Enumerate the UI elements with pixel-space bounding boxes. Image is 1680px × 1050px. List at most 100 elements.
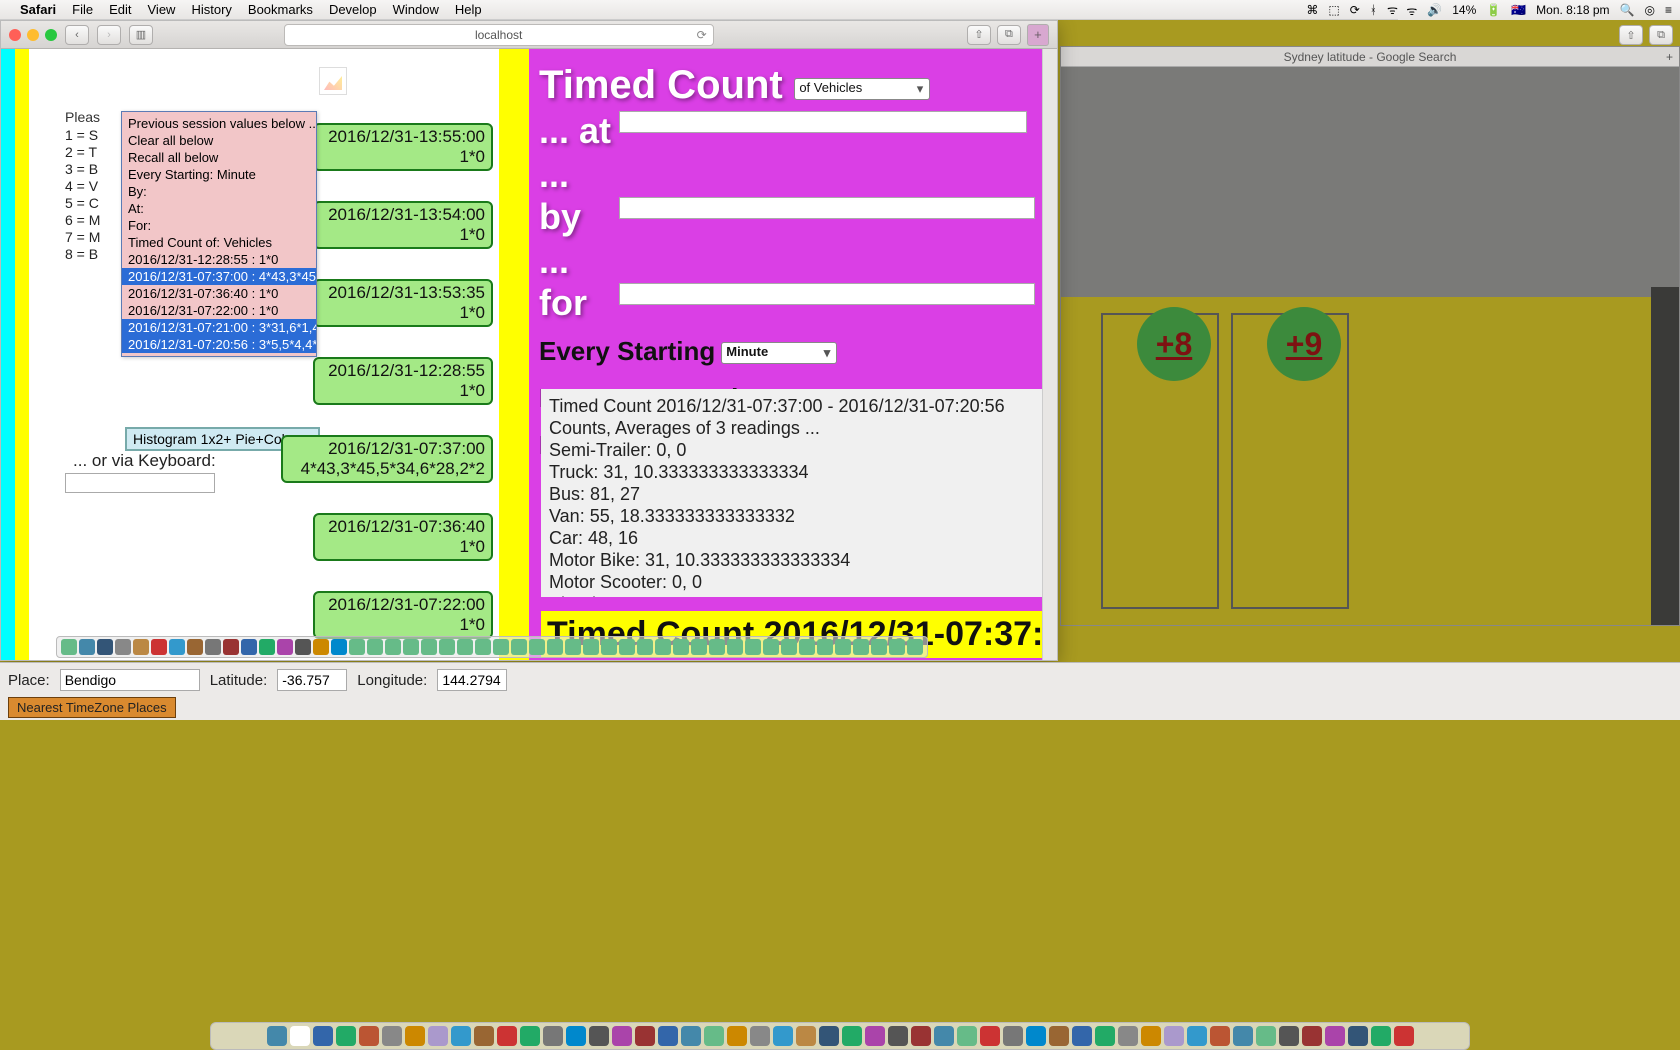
dock-app-icon[interactable]	[497, 1026, 517, 1046]
dropdown-item[interactable]: Timed Count of: Vehicles	[122, 234, 316, 251]
dock-app-icon[interactable]	[1187, 1026, 1207, 1046]
dock-app-icon[interactable]	[511, 639, 527, 655]
dropdown-item[interactable]: 2016/12/31-07:37:00 : 4*43,3*45,5*	[122, 268, 316, 285]
dropdown-item[interactable]: 2016/12/31-07:22:00 : 1*0	[122, 302, 316, 319]
dock-app-icon[interactable]	[1095, 1026, 1115, 1046]
dropdown-item[interactable]: 2016/12/31-07:20:56 : 3*5,5*4,4*5,6	[122, 336, 316, 353]
dock-app-icon[interactable]	[781, 639, 797, 655]
menu-view[interactable]: View	[148, 2, 176, 17]
dock-app-icon[interactable]	[1348, 1026, 1368, 1046]
dock-app-icon[interactable]	[888, 1026, 908, 1046]
dock-app-icon[interactable]	[1210, 1026, 1230, 1046]
dock-app-icon[interactable]	[428, 1026, 448, 1046]
status-icon[interactable]: ⌘	[1306, 3, 1318, 17]
timestamp-box[interactable]: 2016/12/31-07:36:401*0	[313, 513, 493, 561]
dock-app-icon[interactable]	[889, 639, 905, 655]
keyboard-input[interactable]	[65, 473, 215, 493]
dock-app-icon[interactable]	[313, 1026, 333, 1046]
dock-app-icon[interactable]	[405, 1026, 425, 1046]
dock-app-icon[interactable]	[457, 639, 473, 655]
dock-app-icon[interactable]	[241, 639, 257, 655]
dock-app-icon[interactable]	[681, 1026, 701, 1046]
timestamp-box[interactable]: 2016/12/31-13:55:001*0	[313, 123, 493, 171]
by-input[interactable]	[619, 197, 1035, 219]
dropdown-item[interactable]: 2016/12/31-12:28:55 : 1*0	[122, 251, 316, 268]
battery2[interactable]: 14%	[1452, 3, 1476, 17]
dock-app-icon[interactable]	[1026, 1026, 1046, 1046]
volume2-icon[interactable]: 🔊	[1427, 3, 1442, 17]
share2-button[interactable]: ⇧	[1619, 25, 1643, 45]
dock-app-icon[interactable]	[223, 639, 239, 655]
dock-app-icon[interactable]	[583, 639, 599, 655]
dock-app-icon[interactable]	[1371, 1026, 1391, 1046]
dock-app-icon[interactable]	[635, 1026, 655, 1046]
newtab-button[interactable]: +	[1027, 24, 1049, 46]
dropbox-icon[interactable]: ⬚	[1328, 3, 1339, 17]
flag2[interactable]: 🇦🇺	[1511, 3, 1526, 17]
dock-app-icon[interactable]	[403, 639, 419, 655]
dropdown-item[interactable]: Recall all below	[122, 149, 316, 166]
dock-app-icon[interactable]	[1141, 1026, 1161, 1046]
dock-app-icon[interactable]	[1072, 1026, 1092, 1046]
dock-app-icon[interactable]	[61, 639, 77, 655]
timestamp-box[interactable]: 2016/12/31-13:53:351*0	[313, 279, 493, 327]
bg-tab[interactable]: Sydney latitude - Google Search+	[1061, 47, 1679, 67]
dock-app-icon[interactable]	[980, 1026, 1000, 1046]
dock-app-icon[interactable]	[1302, 1026, 1322, 1046]
for-input[interactable]	[619, 283, 1035, 305]
dock-app-icon[interactable]	[1118, 1026, 1138, 1046]
wifi-icon[interactable]: ᯤ	[1387, 1, 1398, 18]
bg-newtab-icon[interactable]: +	[1666, 50, 1673, 64]
dock-app-icon[interactable]	[421, 639, 437, 655]
dock-app-icon[interactable]	[1256, 1026, 1276, 1046]
maximize-button[interactable]	[45, 29, 57, 41]
back-button[interactable]: ‹	[65, 25, 89, 45]
dock-app-icon[interactable]	[290, 1026, 310, 1046]
dock-app-icon[interactable]	[799, 639, 815, 655]
dock-app-icon[interactable]	[691, 639, 707, 655]
dock-app-icon[interactable]	[796, 1026, 816, 1046]
dock-app-icon[interactable]	[1279, 1026, 1299, 1046]
dock-app-icon[interactable]	[907, 639, 923, 655]
menubar-app[interactable]: Safari	[20, 2, 56, 17]
siri2-icon[interactable]: ◎	[1645, 3, 1655, 17]
dock-app-icon[interactable]	[336, 1026, 356, 1046]
sidebar-button[interactable]: ▥	[129, 25, 153, 45]
dock-app-icon[interactable]	[911, 1026, 931, 1046]
dock-main[interactable]	[210, 1022, 1470, 1050]
dropdown-item[interactable]: Every Starting: Minute	[122, 166, 316, 183]
dock-app-icon[interactable]	[655, 639, 671, 655]
share-button[interactable]: ⇧	[967, 25, 991, 45]
timestamp-box[interactable]: 2016/12/31-07:22:001*0	[313, 591, 493, 639]
timestamp-box[interactable]: 2016/12/31-13:54:001*0	[313, 201, 493, 249]
dock-app-icon[interactable]	[612, 1026, 632, 1046]
dock-app-icon[interactable]	[1394, 1026, 1414, 1046]
dock-app-icon[interactable]	[385, 639, 401, 655]
menu-develop[interactable]: Develop	[329, 2, 377, 17]
dock-app-icon[interactable]	[97, 639, 113, 655]
lon-input[interactable]	[437, 669, 507, 691]
dropdown-item[interactable]: At:	[122, 200, 316, 217]
dock-app-icon[interactable]	[1325, 1026, 1345, 1046]
dropdown-item[interactable]: 2016/12/31-07:36:40 : 1*0	[122, 285, 316, 302]
dock-app-icon[interactable]	[704, 1026, 724, 1046]
dock-app-icon[interactable]	[115, 639, 131, 655]
dock-app-icon[interactable]	[853, 639, 869, 655]
dock-app-icon[interactable]	[619, 639, 635, 655]
dock-app-icon[interactable]	[359, 1026, 379, 1046]
dock-app-icon[interactable]	[205, 639, 221, 655]
dock-app-icon[interactable]	[842, 1026, 862, 1046]
dock-app-icon[interactable]	[543, 1026, 563, 1046]
dock-app-icon[interactable]	[277, 639, 293, 655]
dock-app-icon[interactable]	[439, 639, 455, 655]
clock2[interactable]: Mon. 8:18 pm	[1536, 3, 1609, 17]
notif2-icon[interactable]: ≡	[1665, 3, 1672, 17]
dock-app-icon[interactable]	[819, 1026, 839, 1046]
dock-app-icon[interactable]	[835, 639, 851, 655]
dropdown-item[interactable]: By:	[122, 183, 316, 200]
timestamp-box[interactable]: 2016/12/31-07:37:004*43,3*45,5*34,6*28,2…	[281, 435, 493, 483]
dock-app-icon[interactable]	[565, 639, 581, 655]
dock-app-icon[interactable]	[727, 639, 743, 655]
menu-edit[interactable]: Edit	[109, 2, 131, 17]
minimize-button[interactable]	[27, 29, 39, 41]
